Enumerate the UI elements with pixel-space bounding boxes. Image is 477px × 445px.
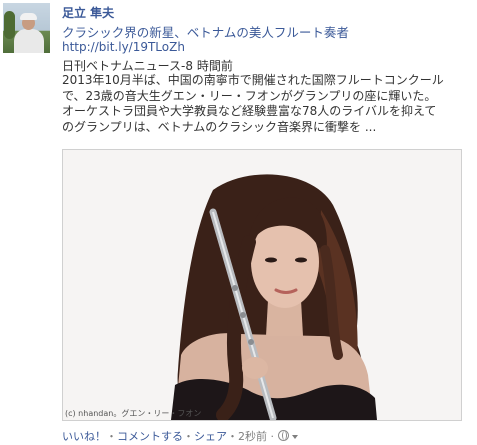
separator: ・ (106, 430, 117, 443)
post-title-link[interactable]: クラシック界の新星、ベトナムの美人フルート奏者 (62, 22, 349, 41)
excerpt-line: で、23歳の音大生グエン・リー・フオンがグランプリの座に輝いた。 (62, 88, 437, 103)
author-name[interactable]: 足立 隼夫 (62, 4, 114, 21)
post-excerpt: 2013年10月半ば、中国の南寧市で開催された国際フルートコンクール で、23歳… (62, 73, 474, 135)
comment-link[interactable]: コメントする (117, 430, 183, 443)
separator: ・ (227, 430, 238, 443)
separator: ・ (183, 430, 194, 443)
author-avatar[interactable] (3, 3, 50, 53)
separator: · (267, 430, 278, 443)
post-photo[interactable]: (c) nhandan。グエン・リー・フオン (62, 149, 462, 421)
flutist-photo (63, 150, 461, 420)
post-actions: いいね！・コメントする・シェア・2秒前 · (62, 428, 298, 444)
chevron-down-icon[interactable] (292, 435, 298, 439)
globe-icon[interactable] (277, 430, 289, 441)
post-short-url[interactable]: http://bit.ly/19TLoZh (62, 40, 185, 54)
share-link[interactable]: シェア (194, 430, 227, 443)
excerpt-line: のグランプリは、ベトナムのクラシック音楽界に衝撃を ... (62, 119, 377, 134)
avatar-cap (20, 13, 37, 20)
avatar-tree (4, 11, 15, 39)
photo-caption: (c) nhandan。グエン・リー・フオン (65, 409, 202, 418)
excerpt-line: 2013年10月半ば、中国の南寧市で開催された国際フルートコンクール (62, 73, 444, 87)
excerpt-line: オーケストラ団員や大学教員など経験豊富な78人のライバルを抑えて (62, 104, 437, 118)
like-link[interactable]: いいね！ (62, 430, 106, 443)
post-time[interactable]: 2秒前 (238, 430, 267, 443)
avatar-body (14, 29, 44, 53)
post-source: 日刊ベトナムニュース‐8 時間前 (62, 59, 233, 73)
